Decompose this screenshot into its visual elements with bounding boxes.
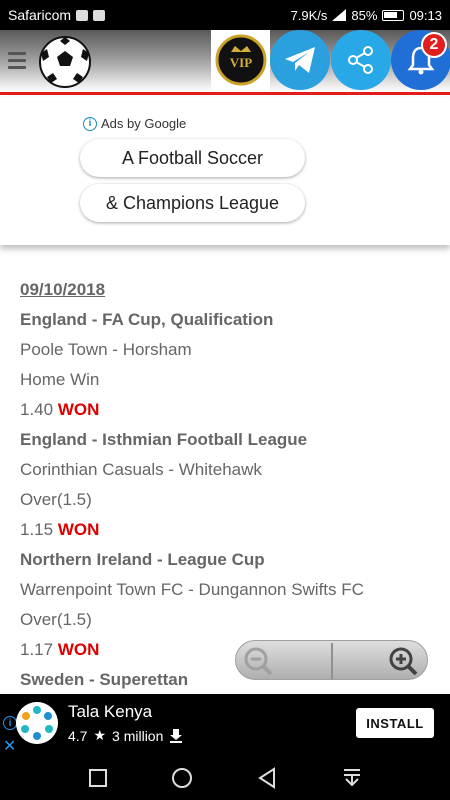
tip-result-badge: WON (57, 640, 100, 659)
tip-league: Northern Ireland - League Cup (20, 550, 265, 569)
star-icon: ★ (93, 727, 107, 743)
tip-match: Poole Town - Horsham (20, 340, 192, 359)
system-nav-bar (0, 756, 450, 800)
facebook-icon (76, 9, 89, 21)
ad-close-icon[interactable]: ✕ (3, 736, 16, 756)
vip-button[interactable]: VIP (211, 30, 270, 90)
install-button[interactable]: INSTALL (356, 708, 434, 738)
ad-info-icon[interactable]: i (3, 716, 17, 730)
zoom-out-icon[interactable] (242, 646, 276, 676)
battery-icon (382, 9, 405, 21)
tip-league: England - FA Cup, Qualification (20, 310, 274, 329)
tip-result-badge: WON (57, 400, 100, 419)
soccer-ball-icon (39, 36, 91, 88)
menu-icon[interactable] (8, 52, 26, 70)
network-speed: 7.9K/s (290, 7, 328, 23)
zoom-divider (331, 643, 333, 679)
ad-installs: 3 million (112, 727, 164, 744)
ad-rating: 4.7 (68, 727, 88, 744)
app-screen: Safaricom 7.9K/s 85% 09:13 VIP 2 i Ads b… (0, 0, 450, 800)
info-icon: i (83, 116, 97, 131)
carrier-name: Safaricom (8, 7, 72, 23)
home-icon[interactable] (170, 766, 194, 790)
clock: 09:13 (409, 7, 442, 23)
zoom-control (235, 640, 428, 680)
tip-pick: Over(1.5) (20, 490, 92, 509)
signal-icon (332, 9, 347, 21)
download-icon (170, 728, 183, 743)
tip-league: England - Isthmian Football League (20, 430, 308, 449)
status-bar: Safaricom 7.9K/s 85% 09:13 (0, 0, 450, 30)
share-icon (348, 46, 373, 74)
vip-badge-icon: VIP (215, 34, 266, 86)
notification-badge: 2 (421, 32, 447, 58)
zoom-in-icon[interactable] (387, 646, 421, 676)
tip-pick: Over(1.5) (20, 610, 92, 629)
tip-match: Warrenpoint Town FC - Dungannon Swifts F… (20, 580, 364, 599)
tip-odds: 1.40 (20, 400, 54, 419)
ad-app-meta: 4.7 ★ 3 million (68, 727, 183, 744)
share-button[interactable] (331, 30, 391, 90)
vip-label: VIP (229, 55, 251, 70)
ads-by-google[interactable]: i Ads by Google (83, 116, 186, 131)
tip-result-row: 1.15 WON (20, 515, 440, 545)
ad-app-name: Tala Kenya (68, 702, 153, 721)
notification-pull-icon[interactable] (340, 766, 364, 790)
ad-link-football-soccer[interactable]: A Football Soccer (80, 139, 305, 177)
ad-panel: i Ads by Google A Football Soccer & Cham… (0, 97, 450, 245)
tip-result-row: 1.40 WON (20, 395, 440, 425)
ads-by-label: Ads by Google (101, 116, 187, 131)
tip-match: Corinthian Casuals - Whitehawk (20, 460, 262, 479)
tips-list: 09/10/2018 England - FA Cup, Qualificati… (20, 275, 440, 695)
header-divider (0, 92, 450, 95)
ad-link-champions-league[interactable]: & Champions League (80, 184, 305, 222)
tip-odds: 1.15 (20, 520, 54, 539)
telegram-icon (285, 47, 315, 73)
recent-apps-icon[interactable] (86, 766, 110, 790)
back-icon[interactable] (255, 766, 279, 790)
tala-logo-icon (16, 702, 58, 744)
message-icon (93, 9, 106, 21)
tips-date: 09/10/2018 (20, 280, 106, 299)
tip-odds: 1.17 (20, 640, 54, 659)
tip-result-badge: WON (57, 520, 100, 539)
tip-pick: Home Win (20, 370, 100, 389)
telegram-button[interactable] (270, 30, 330, 90)
battery-percent: 85% (351, 7, 378, 23)
